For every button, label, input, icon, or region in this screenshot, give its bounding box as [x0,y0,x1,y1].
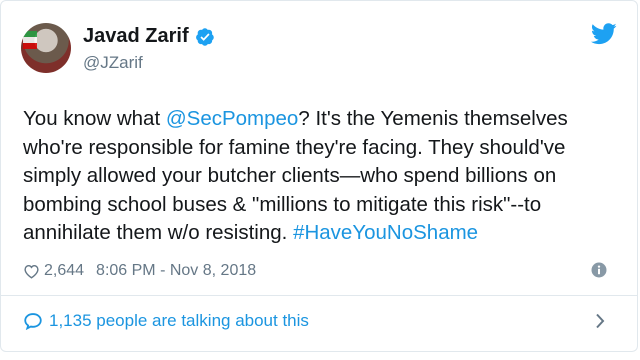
twitter-bird-icon[interactable] [591,23,617,45]
tweet-line-2: who're responsible for famine they're fa… [23,135,566,159]
verified-badge-icon [195,27,214,46]
divider [1,295,637,296]
hashtag-link[interactable]: #HaveYouNoShame [293,221,478,244]
mention-link[interactable]: @SecPompeo [166,107,299,130]
chevron-right-icon[interactable] [595,313,605,329]
like-count[interactable]: 2,644 [44,262,84,280]
flag-graphic [23,31,37,49]
tweet-header: Javad Zarif @JZarif [21,19,621,79]
text-segment: ? It's the Yemenis themselves [298,107,568,130]
info-icon[interactable] [591,262,607,278]
speech-bubble-icon [24,313,42,330]
text-segment: You know what [23,107,166,130]
conversation-link[interactable]: 1,135 people are talking about this [23,309,615,333]
tweet-line-5: annihilate them w/o resisting. #HaveYouN… [23,219,623,248]
avatar[interactable] [21,23,71,73]
tweet-meta: 2,644 8:06 PM - Nov 8, 2018 [23,259,615,283]
tweet-card: Javad Zarif @JZarif You know what @SecPo… [0,0,638,352]
tweet-text: You know what @SecPompeo? It's the Yemen… [23,105,623,248]
conversation-text[interactable]: 1,135 people are talking about this [49,311,309,331]
author-name-row: Javad Zarif [83,25,215,48]
tweet-line-4: bombing school buses & "millions to miti… [23,192,542,216]
author-name[interactable]: Javad Zarif [83,25,189,48]
heart-icon[interactable] [23,263,40,279]
text-segment: annihilate them w/o resisting. [23,221,294,245]
timestamp[interactable]: 8:06 PM - Nov 8, 2018 [96,262,256,280]
tweet-line-1: You know what @SecPompeo? It's the Yemen… [23,105,623,134]
author-handle[interactable]: @JZarif [83,53,143,73]
tweet-line-3: simply allowed your butcher clients—who … [23,164,557,188]
